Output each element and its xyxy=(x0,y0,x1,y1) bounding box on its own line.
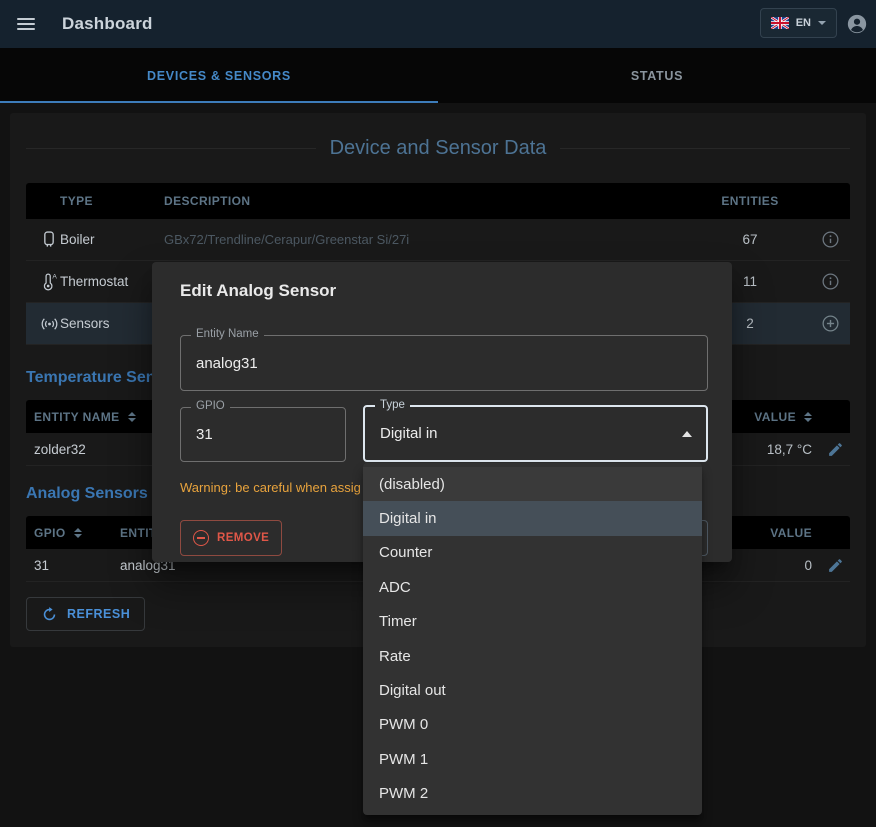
chevron-up-icon xyxy=(682,431,692,437)
info-icon[interactable] xyxy=(810,272,850,291)
info-icon[interactable] xyxy=(810,230,850,249)
device-entities: 67 xyxy=(690,232,810,247)
page-title-row: Device and Sensor Data xyxy=(26,137,850,160)
type-dropdown-menu: (disabled) Digital in Counter ADC Timer … xyxy=(363,463,702,815)
tab-bar: DEVICES & SENSORS STATUS xyxy=(0,48,876,103)
col-entities: ENTITIES xyxy=(690,194,810,208)
page-title: Device and Sensor Data xyxy=(330,137,547,160)
table-row-boiler[interactable]: Boiler GBx72/Trendline/Cerapur/Greenstar… xyxy=(26,219,850,261)
refresh-button[interactable]: REFRESH xyxy=(26,597,145,631)
gpio-number: 31 xyxy=(26,558,112,573)
col-gpio[interactable]: GPIO xyxy=(26,526,112,540)
gpio-field: GPIO xyxy=(180,407,346,462)
entity-name-input[interactable] xyxy=(181,336,707,390)
add-circle-icon[interactable] xyxy=(810,314,850,333)
chevron-down-icon xyxy=(818,21,826,25)
device-description: GBx72/Trendline/Cerapur/Greenstar Si/27i xyxy=(164,232,690,247)
dashboard-screen: Dashboard EN DEVICES & SE xyxy=(0,0,876,827)
tab-devices-sensors[interactable]: DEVICES & SENSORS xyxy=(0,48,438,103)
dropdown-option-disabled[interactable]: (disabled) xyxy=(363,467,702,501)
devices-table-header: TYPE DESCRIPTION ENTITIES xyxy=(26,183,850,219)
col-type: TYPE xyxy=(60,194,164,208)
language-code: EN xyxy=(796,17,811,29)
dropdown-option-pwm-2[interactable]: PWM 2 xyxy=(363,777,702,811)
refresh-icon xyxy=(41,606,58,623)
section-title-analog-sensors: Analog Sensors xyxy=(26,485,148,503)
svg-text:A: A xyxy=(52,273,57,280)
remove-button[interactable]: REMOVE xyxy=(180,520,282,556)
dialog-title: Edit Analog Sensor xyxy=(152,262,732,301)
edit-icon[interactable] xyxy=(820,557,850,574)
language-selector[interactable]: EN xyxy=(760,8,837,38)
app-bar: Dashboard EN xyxy=(0,0,876,48)
hamburger-menu-icon[interactable] xyxy=(6,4,46,44)
device-type: Sensors xyxy=(60,316,164,331)
sensors-icon xyxy=(26,314,60,334)
dropdown-option-pwm-0[interactable]: PWM 0 xyxy=(363,708,702,742)
gpio-input[interactable] xyxy=(181,408,345,461)
dropdown-option-rate[interactable]: Rate xyxy=(363,639,702,673)
device-type: Thermostat xyxy=(60,274,164,289)
thermostat-icon: A xyxy=(26,272,60,292)
sort-icon xyxy=(804,412,812,422)
gpio-warning-text: Warning: be careful when assig xyxy=(180,480,361,495)
dropdown-option-digital-in[interactable]: Digital in xyxy=(363,501,702,535)
dropdown-option-pwm-1[interactable]: PWM 1 xyxy=(363,742,702,776)
type-select[interactable]: Type Digital in xyxy=(363,405,708,462)
account-icon[interactable] xyxy=(846,13,868,35)
dropdown-option-timer[interactable]: Timer xyxy=(363,605,702,639)
edit-icon[interactable] xyxy=(820,441,850,458)
remove-circle-icon xyxy=(193,530,209,546)
dropdown-option-digital-out[interactable]: Digital out xyxy=(363,673,702,707)
dropdown-option-adc[interactable]: ADC xyxy=(363,570,702,604)
type-selected-value: Digital in xyxy=(365,407,706,460)
entity-name-field: Entity Name xyxy=(180,335,708,391)
col-description: DESCRIPTION xyxy=(164,194,690,208)
app-title: Dashboard xyxy=(62,14,153,34)
dropdown-option-counter[interactable]: Counter xyxy=(363,536,702,570)
uk-flag-icon xyxy=(771,17,789,29)
device-type: Boiler xyxy=(60,232,164,247)
boiler-icon xyxy=(26,230,60,250)
tab-status[interactable]: STATUS xyxy=(438,48,876,103)
sort-icon xyxy=(128,412,136,422)
sort-icon xyxy=(74,528,82,538)
